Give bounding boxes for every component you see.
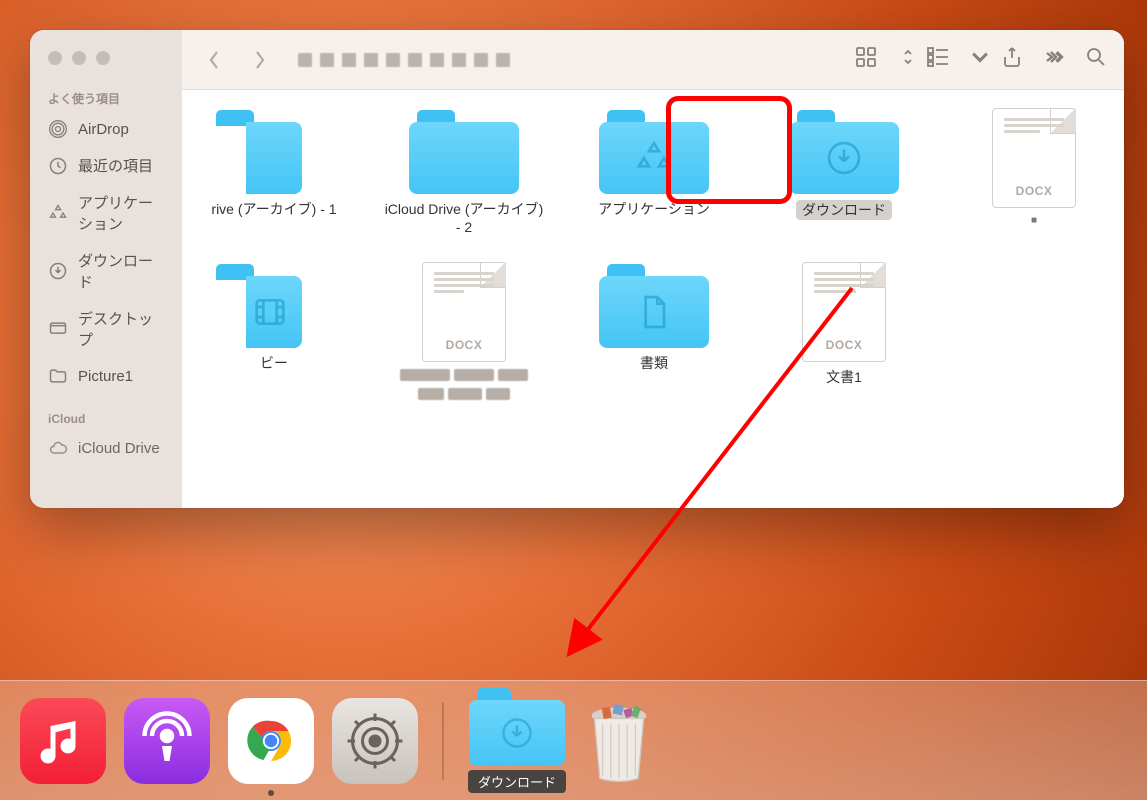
grid-item[interactable]: iCloud Drive (アーカイブ) - 2 xyxy=(374,108,554,236)
folder-downloads-icon xyxy=(789,108,899,194)
sidebar-item-label: デスクトップ xyxy=(78,308,164,350)
more-button[interactable] xyxy=(1042,45,1066,74)
chrome-icon xyxy=(241,711,301,771)
podcasts-icon xyxy=(137,711,197,771)
item-label: iCloud Drive (アーカイブ) - 2 xyxy=(384,200,544,236)
sidebar-item-picture1[interactable]: Picture1 xyxy=(30,358,182,394)
sidebar-item-label: 最近の項目 xyxy=(78,155,153,176)
download-icon xyxy=(48,261,68,281)
folder-icon xyxy=(246,108,302,194)
gear-icon xyxy=(345,711,405,771)
sidebar-item-label: Picture1 xyxy=(78,368,133,385)
grid-item[interactable]: DOCX xyxy=(374,262,554,404)
dock-separator xyxy=(442,702,444,780)
item-label: ■ xyxy=(1031,214,1037,227)
view-icons-button[interactable] xyxy=(854,45,878,74)
window-controls[interactable] xyxy=(30,44,182,72)
dock-app-podcasts[interactable] xyxy=(124,698,210,784)
desktop-icon xyxy=(48,319,68,339)
sidebar-item-downloads[interactable]: ダウンロード xyxy=(30,242,182,300)
sidebar-item-applications[interactable]: アプリケーション xyxy=(30,184,182,242)
dock-app-settings[interactable] xyxy=(332,698,418,784)
sidebar-item-icloud-drive[interactable]: iCloud Drive xyxy=(30,430,182,466)
folder-movies-icon xyxy=(246,262,302,348)
dock: ダウンロード xyxy=(0,680,1147,800)
toolbar xyxy=(182,30,1124,90)
dock-downloads-stack[interactable]: ダウンロード xyxy=(468,688,566,793)
item-label: 文書1 xyxy=(826,368,862,386)
apps-icon xyxy=(48,203,68,223)
clock-icon xyxy=(48,156,68,176)
item-label: rive (アーカイブ) - 1 xyxy=(211,200,336,218)
chevron-down-icon[interactable] xyxy=(968,45,982,74)
item-label: アプリケーション xyxy=(598,200,710,218)
sidebar-item-recents[interactable]: 最近の項目 xyxy=(30,147,182,184)
search-button[interactable] xyxy=(1084,45,1108,74)
folder-icon xyxy=(409,108,519,194)
grid-item[interactable]: ビー xyxy=(184,262,364,404)
dock-app-chrome[interactable] xyxy=(228,698,314,784)
forward-button[interactable] xyxy=(244,45,276,75)
main-pane: rive (アーカイブ) - 1 iCloud Drive (アーカイブ) - … xyxy=(182,30,1124,508)
folder-applications-icon xyxy=(599,108,709,194)
sidebar-header-icloud: iCloud xyxy=(30,394,182,430)
sidebar: よく使う項目 AirDrop 最近の項目 アプリケーション ダウンロード デスク… xyxy=(30,30,182,508)
grid-item[interactable]: DOCX 文書1 xyxy=(754,262,934,404)
trash-icon xyxy=(586,702,652,784)
grid-item[interactable]: DOCX ■ xyxy=(944,108,1124,236)
share-button[interactable] xyxy=(1000,45,1024,74)
music-icon xyxy=(33,711,93,771)
grid-item[interactable]: 書類 xyxy=(564,262,744,404)
grid-item[interactable]: アプリケーション xyxy=(564,108,744,236)
folder-icon xyxy=(48,366,68,386)
content-area[interactable]: rive (アーカイブ) - 1 iCloud Drive (アーカイブ) - … xyxy=(182,90,1124,508)
sidebar-item-label: AirDrop xyxy=(78,121,129,138)
folder-downloads-icon xyxy=(469,688,565,766)
cloud-icon xyxy=(48,438,68,458)
window-title-blurred xyxy=(298,53,518,67)
sidebar-item-label: アプリケーション xyxy=(78,192,164,234)
airdrop-icon xyxy=(48,119,68,139)
minimize-dot[interactable] xyxy=(72,51,86,65)
item-label: ビー xyxy=(260,354,288,372)
docx-file-icon: DOCX xyxy=(802,262,886,362)
toolbar-right-group xyxy=(854,45,1108,74)
finder-window: よく使う項目 AirDrop 最近の項目 アプリケーション ダウンロード デスク… xyxy=(30,30,1124,508)
zoom-dot[interactable] xyxy=(96,51,110,65)
item-label: 書類 xyxy=(640,354,668,372)
sidebar-item-label: iCloud Drive xyxy=(78,440,160,457)
sidebar-item-airdrop[interactable]: AirDrop xyxy=(30,111,182,147)
close-dot[interactable] xyxy=(48,51,62,65)
grid-item[interactable]: rive (アーカイブ) - 1 xyxy=(184,108,364,236)
docx-file-icon: DOCX xyxy=(422,262,506,362)
item-label-blurred xyxy=(398,368,530,404)
item-label: ダウンロード xyxy=(796,200,892,220)
back-button[interactable] xyxy=(198,45,230,75)
dock-downloads-label: ダウンロード xyxy=(468,770,566,793)
view-updown-icon[interactable] xyxy=(896,45,908,74)
dock-trash[interactable] xyxy=(584,698,654,784)
group-button[interactable] xyxy=(926,45,950,74)
dock-app-music[interactable] xyxy=(20,698,106,784)
sidebar-header-favorites: よく使う項目 xyxy=(30,72,182,111)
grid-item-downloads[interactable]: ダウンロード xyxy=(754,108,934,236)
docx-file-icon: DOCX xyxy=(992,108,1076,208)
sidebar-item-label: ダウンロード xyxy=(78,250,164,292)
sidebar-item-desktop[interactable]: デスクトップ xyxy=(30,300,182,358)
folder-documents-icon xyxy=(599,262,709,348)
